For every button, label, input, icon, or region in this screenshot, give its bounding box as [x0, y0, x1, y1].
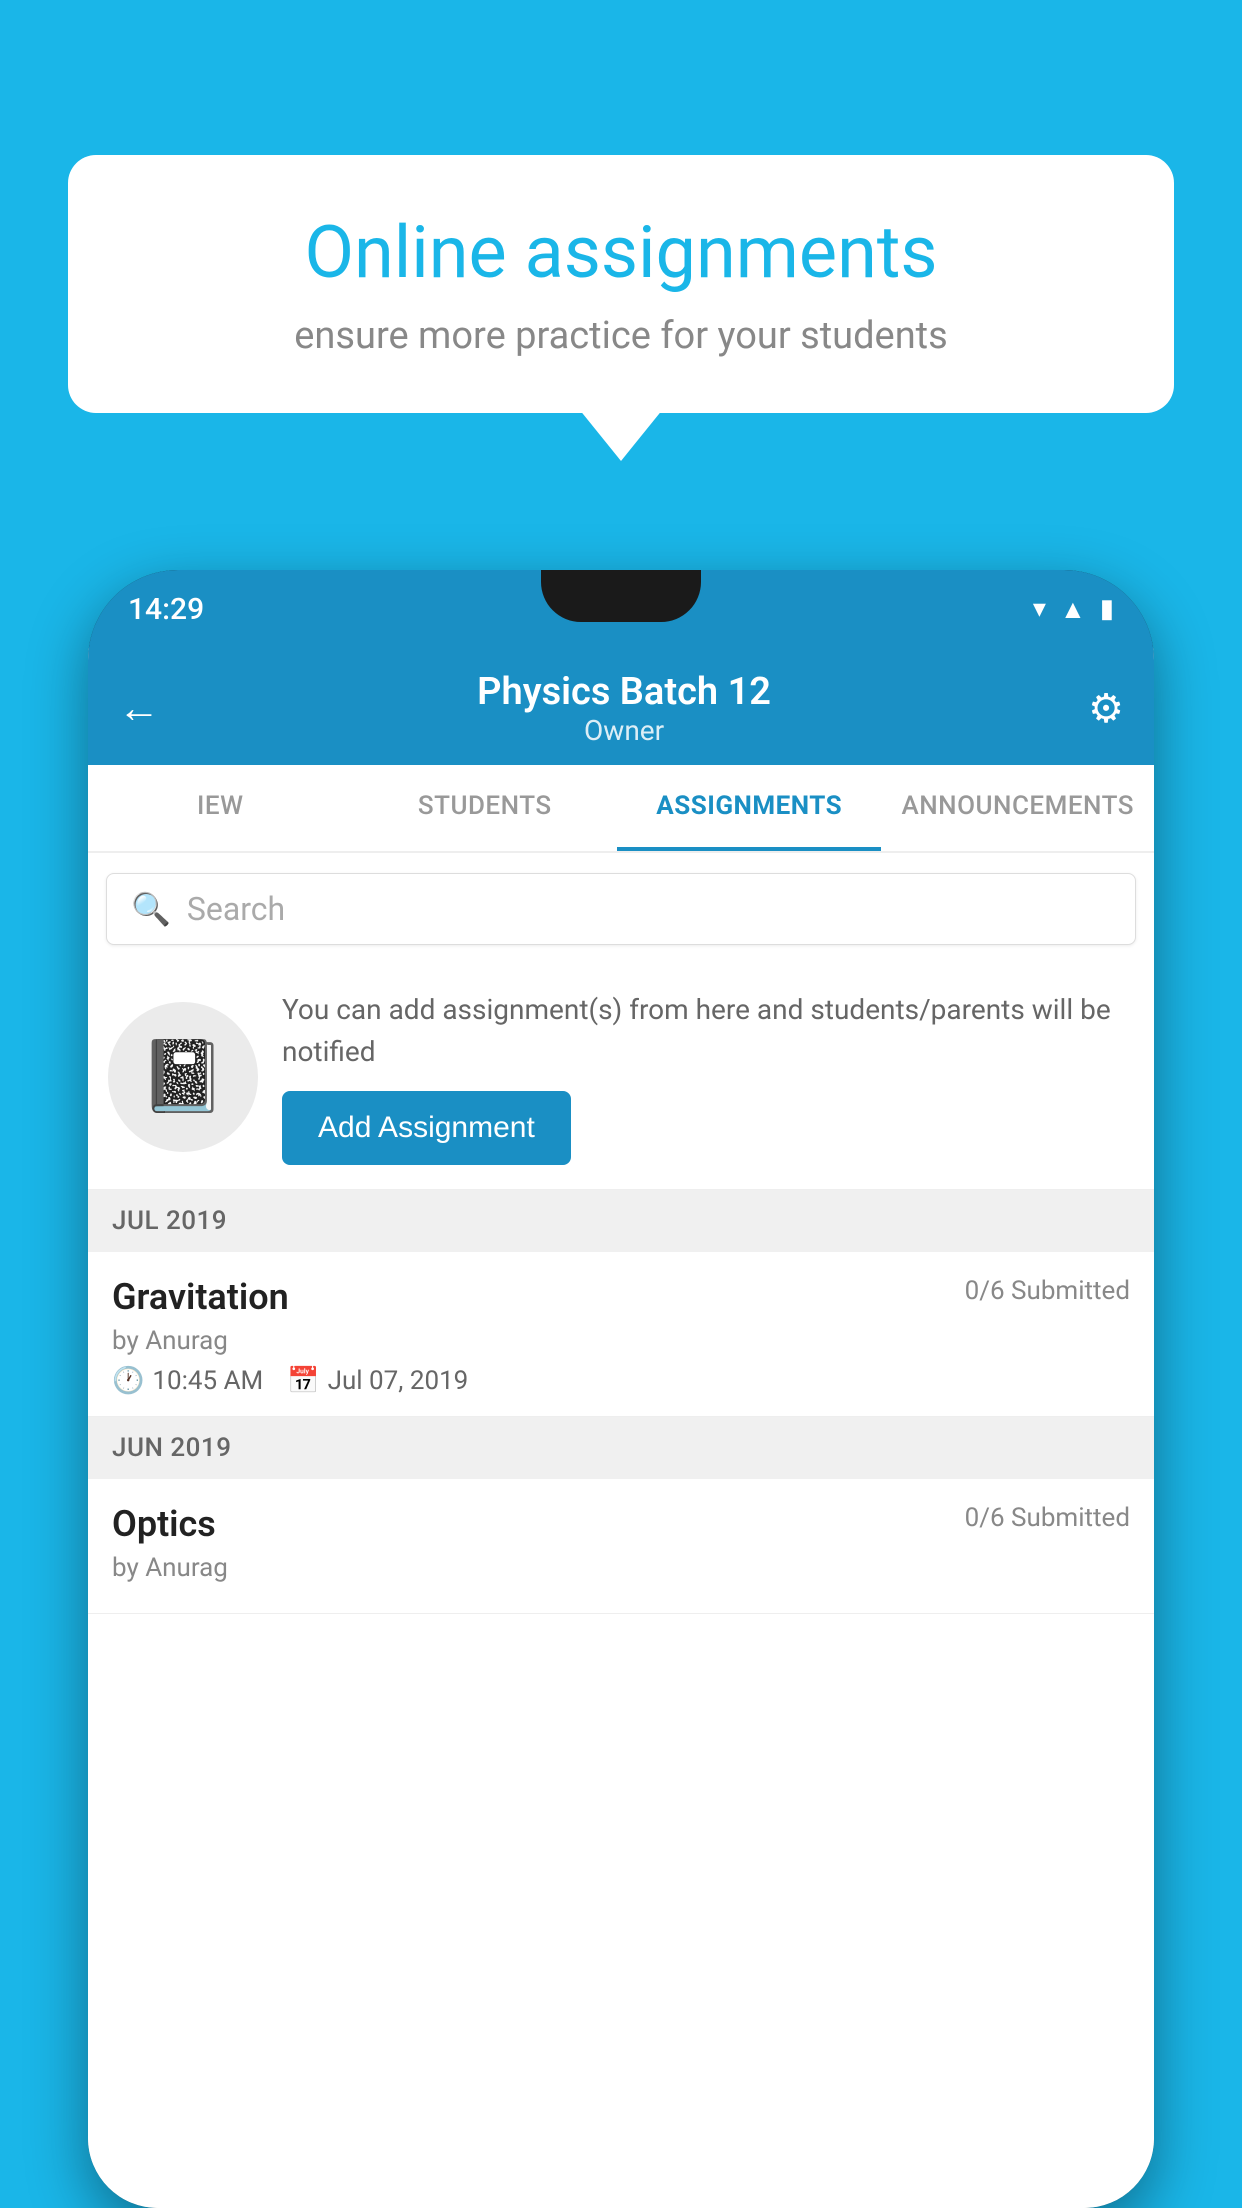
- assignment-status-optics: 0/6 Submitted: [965, 1503, 1130, 1533]
- back-button[interactable]: ←: [118, 684, 160, 733]
- assignment-item-optics[interactable]: Optics 0/6 Submitted by Anurag: [88, 1479, 1154, 1614]
- signal-icon: ▲: [1060, 594, 1086, 625]
- speech-bubble: Online assignments ensure more practice …: [68, 155, 1174, 413]
- assignment-by-optics: by Anurag: [112, 1553, 1130, 1583]
- calendar-icon: 📅: [287, 1366, 319, 1396]
- add-assignment-button[interactable]: Add Assignment: [282, 1091, 571, 1165]
- tab-announcements[interactable]: ANNOUNCEMENTS: [881, 765, 1154, 851]
- assignment-item-gravitation[interactable]: Gravitation 0/6 Submitted by Anurag 🕐 10…: [88, 1252, 1154, 1417]
- header-center: Physics Batch 12 Owner: [160, 670, 1088, 747]
- tab-iew[interactable]: IEW: [88, 765, 352, 851]
- assignment-meta: 🕐 10:45 AM 📅 Jul 07, 2019: [112, 1366, 1130, 1396]
- search-bar[interactable]: 🔍 Search: [106, 873, 1136, 945]
- section-header-jun: JUN 2019: [88, 1417, 1154, 1479]
- settings-button[interactable]: ⚙: [1088, 685, 1124, 732]
- status-time: 14:29: [128, 592, 204, 627]
- assignment-time: 10:45 AM: [152, 1366, 263, 1396]
- status-icons: ▾ ▲ ▮: [1033, 594, 1114, 625]
- meta-date: 📅 Jul 07, 2019: [287, 1366, 468, 1396]
- header-subtitle: Owner: [160, 714, 1088, 747]
- assignment-by: by Anurag: [112, 1326, 1130, 1356]
- tab-students[interactable]: STUDENTS: [352, 765, 616, 851]
- assignment-name: Gravitation: [112, 1276, 289, 1318]
- section-header-jul: JUL 2019: [88, 1190, 1154, 1252]
- content-area: 🔍 Search 📓 You can add assignment(s) fro…: [88, 853, 1154, 2208]
- app-header: ← Physics Batch 12 Owner ⚙: [88, 648, 1154, 765]
- speech-bubble-subtitle: ensure more practice for your students: [128, 314, 1114, 358]
- promo-icon-circle: 📓: [108, 1002, 258, 1152]
- assignment-row1: Gravitation 0/6 Submitted: [112, 1276, 1130, 1318]
- promo-description: You can add assignment(s) from here and …: [282, 989, 1134, 1073]
- phone-screen: ← Physics Batch 12 Owner ⚙ IEW STUDENTS …: [88, 648, 1154, 2208]
- meta-time: 🕐 10:45 AM: [112, 1366, 263, 1396]
- assignment-status: 0/6 Submitted: [965, 1276, 1130, 1306]
- search-icon: 🔍: [131, 890, 171, 928]
- promo-block: 📓 You can add assignment(s) from here an…: [88, 965, 1154, 1190]
- wifi-icon: ▾: [1033, 594, 1046, 624]
- battery-icon: ▮: [1100, 594, 1114, 624]
- tabs-bar: IEW STUDENTS ASSIGNMENTS ANNOUNCEMENTS: [88, 765, 1154, 853]
- header-title: Physics Batch 12: [160, 670, 1088, 714]
- speech-bubble-title: Online assignments: [128, 210, 1114, 296]
- promo-text-side: You can add assignment(s) from here and …: [282, 989, 1134, 1165]
- phone-frame: 14:29 ▾ ▲ ▮ ← Physics Batch 12 Owner ⚙ I…: [88, 570, 1154, 2208]
- tab-assignments[interactable]: ASSIGNMENTS: [617, 765, 881, 851]
- assignment-name-optics: Optics: [112, 1503, 216, 1545]
- clock-icon: 🕐: [112, 1366, 144, 1396]
- notebook-icon: 📓: [139, 1036, 226, 1118]
- speech-bubble-container: Online assignments ensure more practice …: [68, 155, 1174, 413]
- status-bar: 14:29 ▾ ▲ ▮: [88, 570, 1154, 648]
- assignment-row1-optics: Optics 0/6 Submitted: [112, 1503, 1130, 1545]
- assignment-date: Jul 07, 2019: [328, 1366, 469, 1396]
- search-placeholder: Search: [187, 890, 285, 928]
